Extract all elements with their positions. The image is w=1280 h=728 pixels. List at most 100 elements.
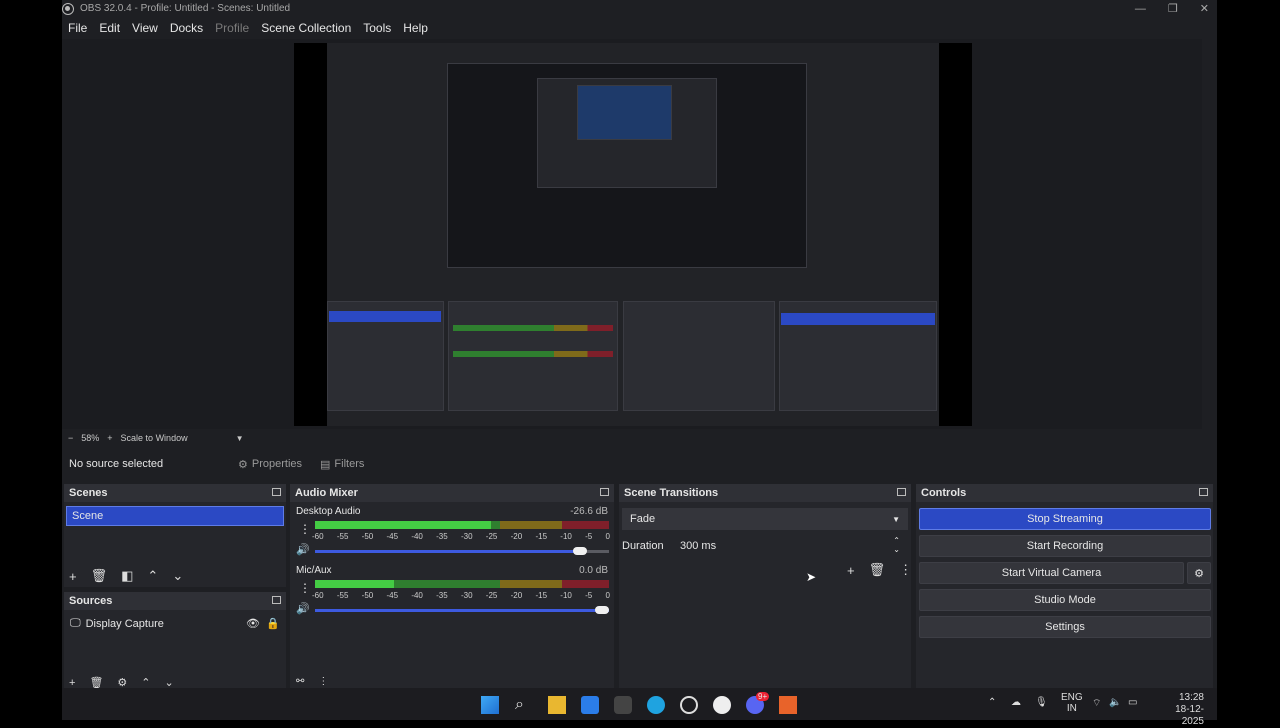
add-scene-icon[interactable]: +: [69, 569, 77, 584]
scene-transitions-dock: Scene Transitions Fade ▼ Duration 300 ms…: [619, 484, 912, 688]
chevron-down-icon: ▼: [892, 514, 900, 524]
properties-button[interactable]: ⚙ Properties: [234, 458, 306, 471]
volume-slider[interactable]: [315, 547, 609, 555]
menu-edit[interactable]: Edit: [99, 21, 120, 35]
source-list-item[interactable]: 🖵 Display Capture 👁 🔒: [70, 617, 280, 630]
source-status: No source selected: [69, 458, 164, 470]
zoom-out-button[interactable]: −: [68, 433, 73, 443]
undock-icon[interactable]: [272, 596, 281, 604]
scale-tick: -10: [560, 591, 572, 600]
scene-list-item[interactable]: Scene: [66, 506, 284, 526]
app-orange-icon[interactable]: [779, 696, 797, 714]
volume-slider[interactable]: [315, 606, 609, 614]
stop-streaming-button[interactable]: Stop Streaming: [919, 508, 1211, 530]
undock-icon[interactable]: [272, 488, 281, 496]
gear-icon: ⚙: [238, 458, 248, 471]
transition-select[interactable]: Fade ▼: [622, 508, 908, 530]
gear-icon: ⚙: [1194, 567, 1204, 580]
chevron-down-icon[interactable]: ▼: [236, 434, 244, 443]
undock-icon[interactable]: [600, 488, 609, 496]
scale-tick: -40: [411, 532, 423, 541]
maximize-button[interactable]: ❐: [1168, 2, 1178, 15]
filters-button[interactable]: ▤ Filters: [316, 458, 368, 471]
chevron-up-icon[interactable]: ⌃: [988, 697, 996, 708]
scene-filters-icon[interactable]: ◧: [121, 568, 133, 584]
visibility-eye-icon[interactable]: 👁: [246, 617, 260, 630]
scale-tick: -50: [361, 532, 374, 541]
start-virtual-camera-button[interactable]: Start Virtual Camera: [919, 562, 1184, 584]
monitor-icon: 🖵: [70, 617, 81, 629]
spinner-icon[interactable]: ⌃ ⌄: [893, 536, 900, 554]
chrome-icon[interactable]: [680, 696, 698, 714]
menu-file[interactable]: File: [68, 21, 87, 35]
virtual-camera-settings-button[interactable]: ⚙: [1187, 562, 1211, 584]
battery-icon[interactable]: ▭: [1128, 697, 1137, 708]
audio-mixer-title: Audio Mixer: [295, 487, 358, 499]
settings-button[interactable]: Settings: [919, 616, 1211, 638]
scale-tick: -5: [585, 591, 593, 600]
scale-tick: -30: [460, 532, 473, 541]
edge-icon[interactable]: [647, 696, 665, 714]
remove-scene-icon[interactable]: 🗑: [91, 568, 108, 584]
lang-bottom: IN: [1066, 703, 1077, 714]
store-icon[interactable]: [581, 696, 599, 714]
speaker-icon[interactable]: 🔊: [296, 543, 310, 556]
channel-name: Mic/Aux: [296, 565, 332, 576]
studio-mode-button[interactable]: Studio Mode: [919, 589, 1211, 611]
menu-view[interactable]: View: [132, 21, 158, 35]
menu-docks[interactable]: Docks: [170, 21, 203, 35]
clock[interactable]: 13:28 18-12-2025: [1154, 692, 1204, 728]
search-icon[interactable]: ⌕: [515, 696, 533, 714]
microphone-icon[interactable]: 🎙: [1035, 697, 1048, 708]
scale-tick: -60: [312, 532, 324, 541]
kebab-menu-icon[interactable]: ⋮: [299, 581, 311, 595]
add-source-icon[interactable]: +: [69, 677, 75, 689]
minimize-button[interactable]: —: [1135, 3, 1146, 15]
add-transition-icon[interactable]: +: [847, 563, 855, 578]
advanced-audio-icon[interactable]: ⚯: [296, 676, 304, 687]
sources-title: Sources: [69, 595, 113, 607]
scale-tick: -35: [436, 532, 448, 541]
menu-profile[interactable]: Profile: [215, 21, 249, 35]
close-button[interactable]: ✕: [1200, 2, 1209, 15]
scale-tick: 0: [605, 532, 610, 541]
obs-window: OBS 32.0.4 - Profile: Untitled - Scenes:…: [62, 0, 1217, 689]
obs-taskbar-icon[interactable]: [713, 696, 731, 714]
kebab-menu-icon[interactable]: ⋮: [299, 522, 311, 536]
transition-menu-icon[interactable]: ⋮: [899, 562, 912, 578]
menu-help[interactable]: Help: [403, 21, 428, 35]
scale-mode-select[interactable]: Scale to Window: [121, 433, 188, 443]
program-preview[interactable]: [294, 43, 972, 426]
windows-start-icon[interactable]: [481, 696, 499, 714]
slider-knob[interactable]: [572, 547, 587, 555]
undock-icon[interactable]: [1199, 488, 1208, 496]
zoom-level: 58%: [81, 433, 100, 443]
menu-scene-collection[interactable]: Scene Collection: [261, 21, 351, 35]
move-down-icon[interactable]: ⌄: [172, 568, 183, 584]
undock-icon[interactable]: [897, 488, 906, 496]
channel-db: 0.0 dB: [579, 565, 608, 576]
scale-tick: -5: [585, 532, 593, 541]
move-up-icon[interactable]: ⌃: [147, 568, 158, 584]
lock-icon[interactable]: 🔒: [266, 617, 280, 630]
mouse-cursor-icon: ➤: [806, 570, 817, 584]
duration-input[interactable]: 300 ms ⌃ ⌄: [672, 535, 908, 557]
cloud-icon[interactable]: ☁: [1011, 697, 1021, 708]
file-explorer-icon[interactable]: [548, 696, 566, 714]
scale-tick: -25: [485, 532, 498, 541]
mixer-menu-icon[interactable]: ⋮: [318, 676, 328, 687]
zoom-in-button[interactable]: +: [107, 433, 112, 443]
slider-knob[interactable]: [595, 606, 609, 614]
scale-tick: -55: [336, 532, 349, 541]
remove-transition-icon[interactable]: 🗑: [869, 562, 886, 578]
app-icon[interactable]: [614, 696, 632, 714]
channel-db: -26.6 dB: [570, 506, 608, 517]
menu-tools[interactable]: Tools: [363, 21, 391, 35]
volume-icon[interactable]: 🔈: [1109, 697, 1121, 708]
speaker-icon[interactable]: 🔊: [296, 602, 310, 615]
start-recording-button[interactable]: Start Recording: [919, 535, 1211, 557]
volume-meter: [315, 521, 609, 529]
language-indicator[interactable]: ENG IN: [1061, 692, 1083, 714]
controls-title: Controls: [921, 487, 967, 499]
wifi-icon[interactable]: ⌔: [1092, 697, 1101, 710]
